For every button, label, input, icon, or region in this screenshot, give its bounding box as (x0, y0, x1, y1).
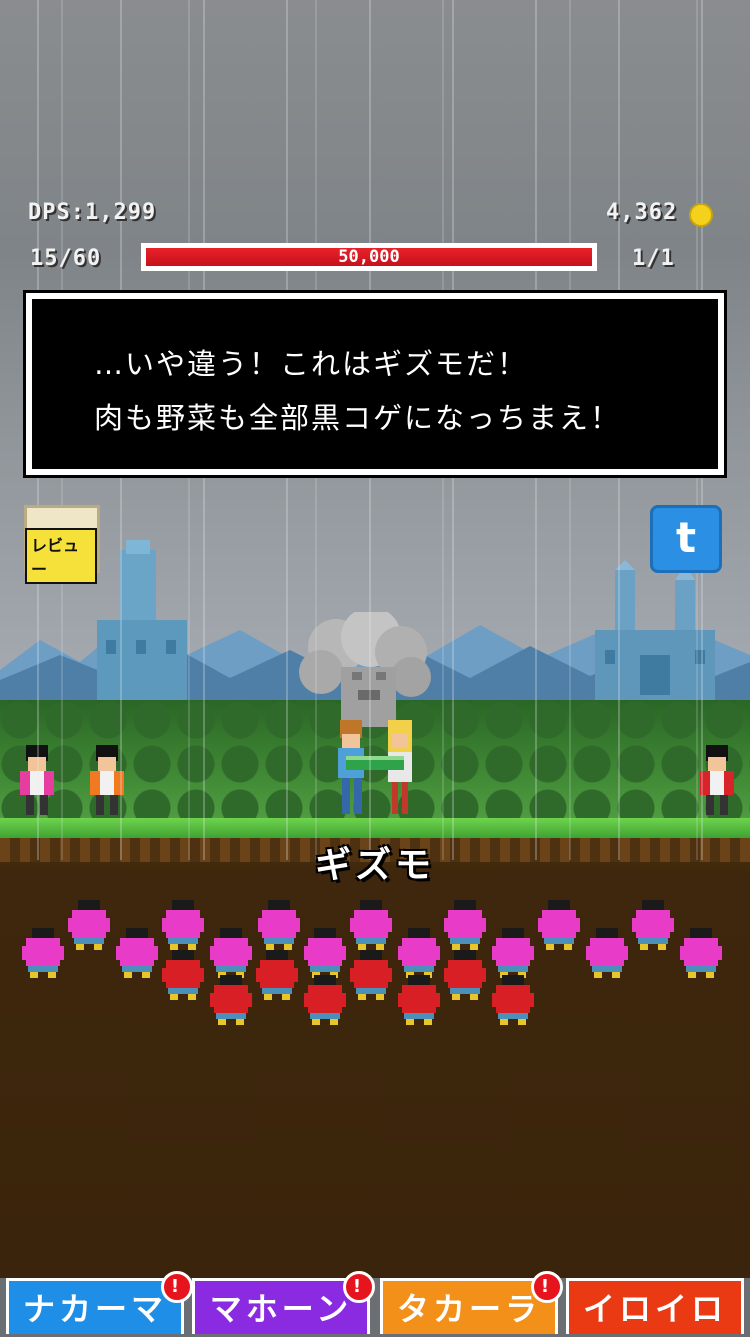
hero-character-3 (700, 745, 734, 815)
hero-character-1 (20, 745, 54, 815)
grass-strip (0, 818, 750, 838)
bbq-couple (338, 720, 412, 814)
wave-counter: 1/1 (632, 246, 675, 271)
tab-iroiro-label: イロイロ (582, 1290, 727, 1328)
coin-icon (689, 203, 713, 227)
boss-hp-value: 50,000 (338, 247, 400, 267)
twitter-button[interactable]: t (650, 505, 722, 573)
tab-nakama-label: ナカーマ (22, 1290, 167, 1328)
dps-label: DPS:1,299 (28, 200, 157, 225)
dialog-line-1: …いや違う！これはギズモだ！ (94, 347, 529, 381)
dialog-line-2: 肉も野菜も全部黒コゲになっちまえ！ (94, 401, 622, 435)
right-castle (595, 560, 715, 720)
bottom-tab-bar: ナカーマ ! マホーン ! タカーラ ! イロイロ (0, 1271, 750, 1334)
stage-progress: 15/60 (30, 246, 102, 271)
left-tower (97, 540, 187, 710)
enemy-name: ギズモ (314, 845, 435, 886)
review-label: レビュー (25, 528, 97, 584)
boss-hp-bar: 50,000 (141, 243, 597, 271)
dialog-box[interactable]: …いや違う！これはギズモだ！ 肉も野菜も全部黒コゲになっちまえ！ (26, 293, 724, 475)
tab-takara-label: タカーラ (396, 1290, 541, 1328)
tab-mahon-alert-badge: ! (343, 1271, 375, 1303)
review-button[interactable]: レビュー (24, 505, 100, 584)
tab-nakama[interactable]: ナカーマ ! (6, 1271, 193, 1334)
tab-mahon-label: マホーン (209, 1290, 353, 1328)
twitter-icon: t (675, 513, 697, 562)
coin-count: 4,362 (606, 200, 678, 225)
tab-iroiro[interactable]: イロイロ (566, 1278, 744, 1334)
tab-takara[interactable]: タカーラ ! (380, 1271, 563, 1334)
tab-takara-alert-badge: ! (531, 1271, 563, 1303)
gizmo-smoke-cloud[interactable] (296, 612, 436, 732)
hero-character-2 (90, 745, 124, 815)
tab-nakama-alert-badge: ! (161, 1271, 193, 1303)
minion-crowd (22, 900, 722, 1025)
tab-mahon[interactable]: マホーン ! (192, 1271, 375, 1334)
